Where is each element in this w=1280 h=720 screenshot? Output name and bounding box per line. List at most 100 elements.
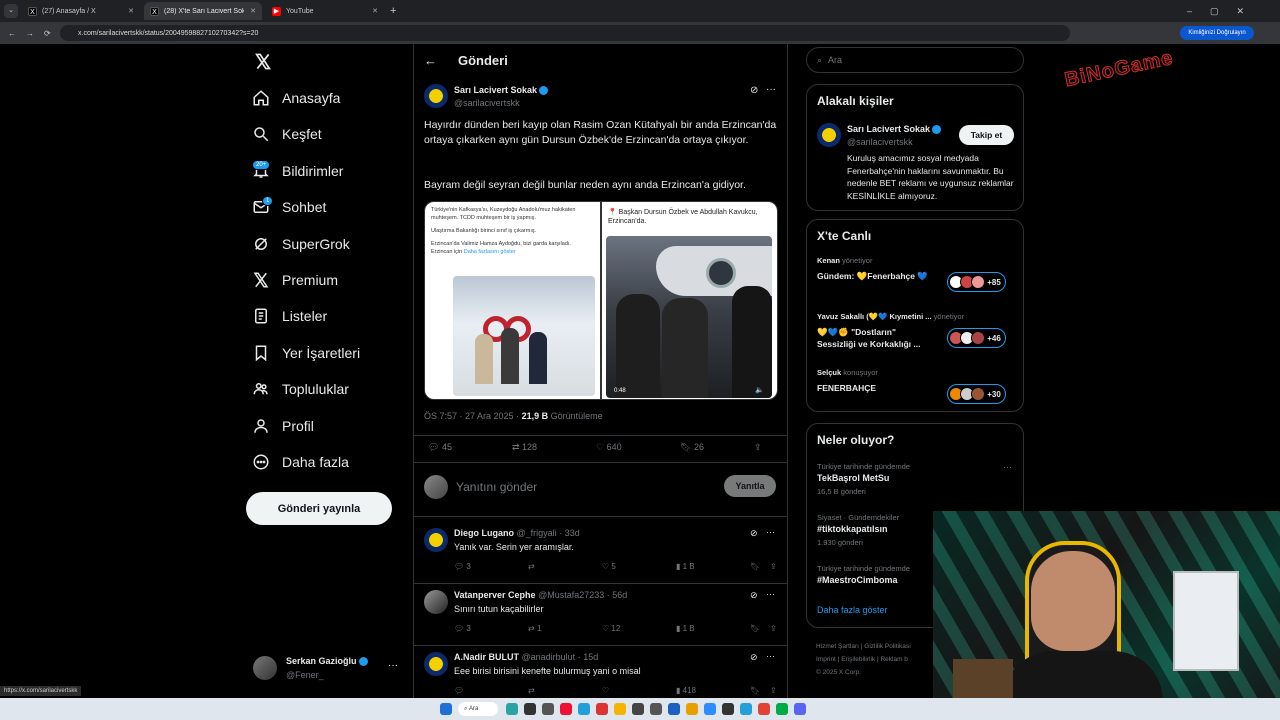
repost-action[interactable]: ⇄ 1 — [528, 624, 541, 633]
reply-author[interactable]: Vatanperver Cephe — [454, 590, 536, 600]
back-arrow-icon[interactable]: ← — [424, 53, 437, 68]
start-icon[interactable] — [440, 703, 452, 715]
reply-action[interactable]: 💬︎ 45 — [428, 442, 512, 453]
grok-icon[interactable]: ⊘ — [750, 85, 758, 96]
sidebar-item-daha-fazla[interactable]: Daha fazla — [252, 453, 349, 471]
sidebar-item-supergrok[interactable]: SuperGrok — [252, 235, 350, 253]
profile-button[interactable]: Kimliğinizi Doğrulayın — [1180, 26, 1254, 40]
app-icon[interactable] — [632, 703, 644, 715]
grok-icon[interactable]: ⊘ — [750, 590, 758, 601]
follow-button[interactable]: Takip et — [959, 125, 1014, 145]
like-action[interactable]: ♡ 5 — [602, 562, 616, 571]
app-icon[interactable] — [506, 703, 518, 715]
browser-tab[interactable]: X (27) Anasayfa / X ✕ — [22, 2, 140, 20]
post-button[interactable]: Gönderi yayınla — [246, 492, 392, 525]
share-icon[interactable]: ⇪ — [770, 686, 777, 695]
live-listeners[interactable]: +46 — [947, 328, 1006, 348]
post-media[interactable]: Türkiye'nin Kafkasya'sı, Kuzeydoğu Anado… — [424, 201, 778, 400]
reply-avatar[interactable] — [424, 652, 448, 676]
app-icon[interactable] — [776, 703, 788, 715]
zoom-icon[interactable] — [704, 703, 716, 715]
app-icon[interactable] — [650, 703, 662, 715]
more-options-icon[interactable]: ··· — [1003, 462, 1012, 472]
close-tab-icon[interactable]: ✕ — [250, 7, 256, 15]
footer-link[interactable]: Reklam b — [880, 656, 907, 663]
trend-item[interactable]: Türkiye tarihinde gündemde TekBaşrol MetS… — [807, 462, 1023, 512]
bookmark-icon[interactable]: 🔖︎ — [750, 624, 760, 633]
browser-tab-active[interactable]: X (28) X'te Sarı Lacivert Sokak: "H ✕ — [144, 2, 262, 20]
browser-tab[interactable]: ▶ YouTube ✕ — [266, 2, 384, 20]
repost-action[interactable]: ⇄ 128 — [512, 442, 596, 453]
media-video[interactable]: 📍 Başkan Dursun Özbek ve Abdullah Kavukc… — [602, 202, 777, 399]
address-bar[interactable]: x.com/sarilacivertskk/status/20049598827… — [60, 25, 1070, 41]
reply-input[interactable]: Yanıtını gönder — [456, 480, 537, 494]
like-action[interactable]: ♡ 12 — [602, 624, 620, 633]
reply-item[interactable]: Diego Lugano @_frigyali · 33d ⊘ ··· Yanık v… — [414, 522, 787, 584]
show-more-link[interactable]: Daha fazla göster — [817, 605, 888, 615]
author-avatar[interactable] — [424, 84, 448, 108]
bookmark-action[interactable]: 🔖︎ 26 — [680, 442, 754, 453]
views-action[interactable]: ▮ 1 B — [676, 624, 695, 633]
views-action[interactable]: ▮ 418 — [676, 686, 696, 695]
more-options-icon[interactable]: ··· — [766, 589, 775, 599]
sidebar-item-profil[interactable]: Profil — [252, 417, 314, 435]
live-listeners[interactable]: +85 — [947, 272, 1006, 292]
grok-icon[interactable]: ⊘ — [750, 652, 758, 663]
search-input[interactable]: ⌕ Ara — [806, 47, 1024, 73]
views-action[interactable]: ▮ 1 B — [676, 562, 695, 571]
app-icon[interactable] — [542, 703, 554, 715]
related-avatar[interactable] — [817, 123, 841, 147]
more-options-icon[interactable]: ··· — [766, 84, 776, 95]
reply-action[interactable]: 💬︎ — [454, 686, 464, 695]
reply-action[interactable]: 💬︎ 3 — [454, 624, 471, 633]
reply-author[interactable]: Diego Lugano — [454, 528, 514, 538]
nav-buttons[interactable]: ←→⟳ — [8, 29, 61, 38]
author-handle[interactable]: @sarilacivertskk — [454, 98, 520, 108]
repost-action[interactable]: ⇄ — [528, 562, 535, 571]
more-options-icon[interactable]: ··· — [766, 527, 775, 537]
sidebar-item-keşfet[interactable]: Keşfet — [252, 125, 322, 143]
app-icon[interactable] — [524, 703, 536, 715]
reply-action[interactable]: 💬︎ 3 — [454, 562, 471, 571]
app-icon[interactable] — [758, 703, 770, 715]
close-tab-icon[interactable]: ✕ — [128, 7, 134, 15]
reply-item[interactable]: Vatanperver Cephe @Mustafa27233 · 56d ⊘ ··… — [414, 584, 787, 646]
account-more-icon[interactable]: ··· — [388, 660, 398, 671]
author-name[interactable]: Sarı Lacivert Sokak — [454, 85, 549, 96]
tab-search-icon[interactable]: ⌄ — [4, 4, 18, 18]
app-icon[interactable] — [668, 703, 680, 715]
bookmark-icon[interactable]: 🔖︎ — [750, 686, 760, 695]
video-frame[interactable]: 0:48 🔈 — [606, 236, 772, 398]
like-action[interactable]: ♡ 640 — [596, 442, 680, 453]
telegram-icon[interactable] — [578, 703, 590, 715]
sidebar-item-listeler[interactable]: Listeler — [252, 307, 327, 325]
reply-avatar[interactable] — [424, 590, 448, 614]
close-tab-icon[interactable]: ✕ — [372, 7, 378, 15]
footer-link[interactable]: Gizlilik Politikası — [864, 643, 911, 650]
mute-icon[interactable]: 🔈 — [755, 386, 764, 394]
repost-action[interactable]: ⇄ — [528, 686, 535, 695]
account-avatar[interactable] — [253, 656, 277, 680]
taskbar-search[interactable]: ⌕ Ara — [458, 702, 498, 716]
reply-button[interactable]: Yanıtla — [724, 475, 776, 497]
footer-link[interactable]: Imprint — [816, 656, 836, 663]
reply-author[interactable]: A.Nadir BULUT — [454, 652, 519, 662]
window-controls[interactable]: –▢✕ — [1187, 6, 1262, 17]
app-icon[interactable] — [722, 703, 734, 715]
x-logo-icon[interactable] — [254, 53, 272, 70]
share-icon[interactable]: ⇪ — [770, 562, 777, 571]
grok-icon[interactable]: ⊘ — [750, 528, 758, 539]
sidebar-item-topluluklar[interactable]: Topluluklar — [252, 380, 349, 398]
live-space-item[interactable]: Kenan yönetiyor Gündem: 💛Fenerbahçe 💙 +85 — [807, 256, 1023, 312]
bookmark-icon[interactable]: 🔖︎ — [750, 562, 760, 571]
app-icon[interactable] — [596, 703, 608, 715]
app-icon[interactable] — [740, 703, 752, 715]
reply-avatar[interactable] — [424, 528, 448, 552]
share-icon[interactable]: ⇪ — [754, 442, 762, 453]
discord-icon[interactable] — [794, 703, 806, 715]
media-screenshot[interactable]: Türkiye'nin Kafkasya'sı, Kuzeydoğu Anado… — [425, 202, 600, 399]
related-name[interactable]: Sarı Lacivert Sokak — [847, 124, 942, 135]
share-icon[interactable]: ⇪ — [770, 624, 777, 633]
like-action[interactable]: ♡ — [602, 686, 609, 695]
sidebar-item-yer-i̇şaretleri[interactable]: Yer İşaretleri — [252, 344, 360, 362]
